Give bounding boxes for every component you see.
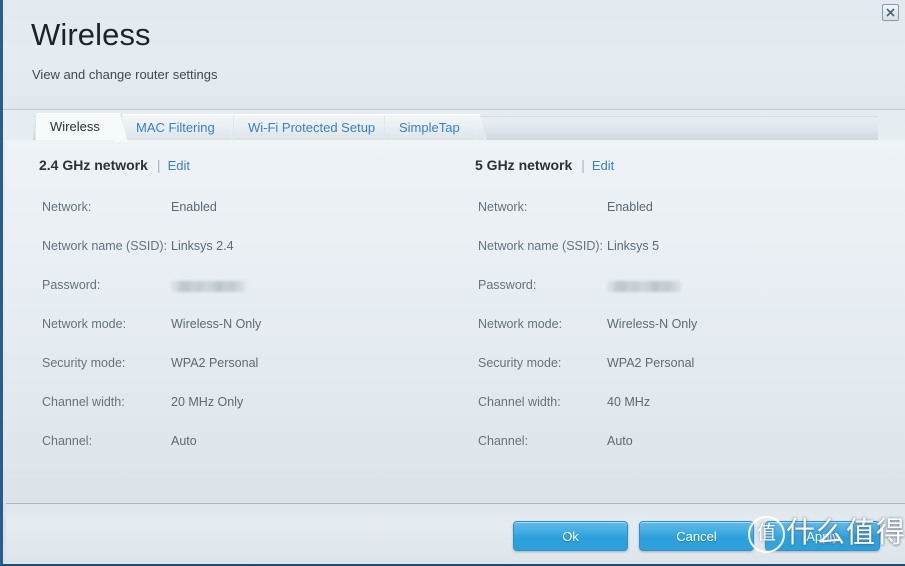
field-label: Security mode: bbox=[478, 356, 562, 370]
tab-bar: Wireless MAC Filtering Wi-Fi Protected S… bbox=[3, 110, 905, 141]
field-value: Auto bbox=[607, 434, 633, 448]
dialog-header: Wireless View and change router settings bbox=[3, 0, 905, 110]
field-value-masked bbox=[171, 281, 246, 292]
field-label: Network name (SSID): bbox=[478, 239, 604, 253]
dialog-content: 2.4 GHz network | Edit Network: Enabled Ne… bbox=[6, 140, 905, 503]
field-label: Channel width: bbox=[478, 395, 561, 409]
field-network: Network: Enabled bbox=[475, 200, 895, 220]
page-title: Wireless bbox=[31, 17, 151, 52]
field-password: Password: bbox=[39, 278, 459, 298]
tab-mac-filtering[interactable]: MAC Filtering bbox=[121, 114, 231, 140]
field-label: Network mode: bbox=[42, 317, 127, 331]
field-channel: Channel: Auto bbox=[475, 434, 895, 454]
field-ssid: Network name (SSID): Linksys 2.4 bbox=[39, 239, 459, 259]
cancel-button[interactable]: Cancel bbox=[639, 521, 754, 551]
field-value: Enabled bbox=[171, 200, 217, 214]
tab-wifi-protected-setup[interactable]: Wi-Fi Protected Setup bbox=[233, 114, 392, 140]
field-value: 20 MHz Only bbox=[171, 395, 244, 409]
column-heading-24ghz: 2.4 GHz network | Edit bbox=[39, 157, 190, 173]
field-label: Network name (SSID): bbox=[42, 239, 168, 253]
field-label: Password: bbox=[478, 278, 537, 292]
field-network-mode: Network mode: Wireless-N Only bbox=[475, 317, 895, 337]
field-channel-width: Channel width: 20 MHz Only bbox=[39, 395, 459, 415]
field-label: Network mode: bbox=[478, 317, 563, 331]
column-heading-5ghz: 5 GHz network | Edit bbox=[475, 157, 614, 173]
field-security-mode: Security mode: WPA2 Personal bbox=[39, 356, 459, 376]
field-label: Password: bbox=[42, 278, 101, 292]
close-button[interactable] bbox=[882, 4, 899, 21]
edit-link-24ghz[interactable]: Edit bbox=[168, 158, 190, 173]
field-label: Channel: bbox=[478, 434, 529, 448]
heading-separator: | bbox=[581, 157, 585, 173]
field-value: WPA2 Personal bbox=[607, 356, 695, 370]
field-label: Channel: bbox=[42, 434, 93, 448]
field-channel-width: Channel width: 40 MHz bbox=[475, 395, 895, 415]
screen: Wireless View and change router settings… bbox=[0, 0, 905, 566]
column-title: 2.4 GHz network bbox=[39, 157, 148, 173]
column-title: 5 GHz network bbox=[475, 157, 573, 173]
tab-label: MAC Filtering bbox=[136, 120, 215, 135]
field-security-mode: Security mode: WPA2 Personal bbox=[475, 356, 895, 376]
page-subtitle: View and change router settings bbox=[32, 67, 218, 82]
dialog-footer: Ok Cancel Apply bbox=[6, 503, 905, 564]
field-label: Security mode: bbox=[42, 356, 126, 370]
field-password: Password: bbox=[475, 278, 895, 298]
tab-label: Wi-Fi Protected Setup bbox=[248, 120, 376, 135]
field-value: Enabled bbox=[607, 200, 653, 214]
field-label: Network: bbox=[478, 200, 528, 214]
field-value: Wireless-N Only bbox=[171, 317, 262, 331]
field-value: 40 MHz bbox=[607, 395, 651, 409]
field-label: Channel width: bbox=[42, 395, 125, 409]
tab-wireless[interactable]: Wireless bbox=[35, 113, 116, 140]
field-value: Wireless-N Only bbox=[607, 317, 698, 331]
field-value: Linksys 2.4 bbox=[171, 239, 234, 253]
tab-simpletap[interactable]: SimpleTap bbox=[384, 114, 476, 140]
field-label: Network: bbox=[42, 200, 92, 214]
tab-label: Wireless bbox=[50, 119, 100, 134]
field-value: WPA2 Personal bbox=[171, 356, 259, 370]
edit-link-5ghz[interactable]: Edit bbox=[592, 158, 614, 173]
field-network-mode: Network mode: Wireless-N Only bbox=[39, 317, 459, 337]
close-icon bbox=[886, 8, 895, 17]
wireless-settings-dialog: Wireless View and change router settings… bbox=[0, 0, 905, 566]
tab-label: SimpleTap bbox=[399, 120, 460, 135]
field-value: Auto bbox=[171, 434, 197, 448]
field-value-masked bbox=[607, 281, 682, 292]
field-channel: Channel: Auto bbox=[39, 434, 459, 454]
ok-button[interactable]: Ok bbox=[513, 521, 628, 551]
apply-button[interactable]: Apply bbox=[765, 521, 880, 551]
field-value: Linksys 5 bbox=[607, 239, 660, 253]
field-ssid: Network name (SSID): Linksys 5 bbox=[475, 239, 895, 259]
heading-separator: | bbox=[156, 157, 161, 173]
field-network: Network: Enabled bbox=[39, 200, 459, 220]
